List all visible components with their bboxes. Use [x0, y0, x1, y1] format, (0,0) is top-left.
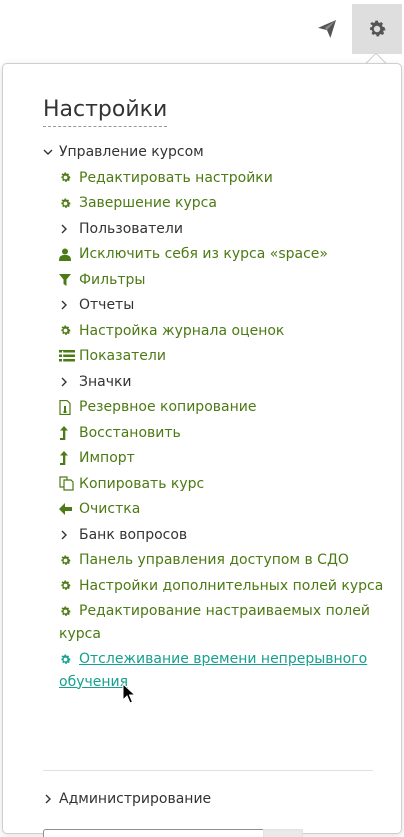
tree-item-label: Исключить себя из курса «space» — [79, 246, 328, 262]
gear-icon — [59, 575, 79, 597]
filter-icon — [59, 269, 79, 291]
tree-item[interactable]: Завершение курса — [43, 192, 373, 218]
chevron-down-icon — [43, 141, 59, 163]
tree-item[interactable]: Значки — [43, 371, 373, 397]
settings-title: Настройки — [43, 96, 168, 127]
tree-item-label: Показатели — [79, 348, 166, 364]
tree-item[interactable]: Импорт — [43, 447, 373, 473]
gear-icon — [59, 549, 79, 571]
gear-icon-graphic — [61, 555, 71, 565]
tree-branch-label: Управление курсом — [59, 144, 204, 160]
divider — [43, 770, 373, 771]
tree-item-label: Очистка — [79, 501, 141, 517]
tree-item-label: Редактирование настраиваемых полей курса — [59, 603, 370, 642]
messages-button[interactable] — [312, 14, 342, 44]
tree-item[interactable]: Резервное копирование — [43, 396, 373, 422]
settings-tree: Управление курсом Редактировать настройк… — [43, 141, 383, 696]
level-up-icon — [59, 422, 79, 444]
gear-icon — [59, 320, 79, 342]
tree-item[interactable]: Редактирование настраиваемых полей курса — [43, 600, 373, 645]
paper-plane-icon — [318, 20, 336, 38]
tree-item[interactable]: Банк вопросов — [43, 524, 373, 550]
arrow-left-icon — [59, 498, 79, 520]
gear-icon-graphic — [61, 606, 71, 616]
user-icon-graphic — [59, 248, 71, 261]
tree-item[interactable]: Копировать курс — [43, 473, 373, 499]
tree-item[interactable]: Фильтры — [43, 269, 373, 295]
tree-item[interactable]: Исключить себя из курса «space» — [43, 243, 373, 269]
chevron-right-icon — [59, 371, 79, 393]
gear-icon-graphic — [61, 580, 71, 590]
level-up-icon — [59, 447, 79, 469]
tree-item[interactable]: Настройка журнала оценок — [43, 320, 373, 346]
tree-item-label: Импорт — [79, 450, 135, 466]
tree-item-label: Настройка журнала оценок — [79, 322, 285, 339]
settings-search — [43, 829, 305, 837]
chevron-right-icon-graphic — [61, 377, 67, 386]
tree-item-label: Восстановить — [79, 424, 181, 441]
tree-item[interactable]: Настройки дополнительных полей курса — [43, 575, 383, 601]
chevron-right-icon — [43, 788, 59, 810]
tree-branch-course-admin[interactable]: Управление курсом — [43, 141, 373, 167]
settings-menu-button[interactable] — [352, 4, 402, 54]
list-icon-graphic — [59, 350, 75, 362]
tree-item[interactable]: Пользователи — [43, 218, 373, 244]
level-up-icon-graphic — [60, 451, 68, 465]
gear-icon — [59, 167, 79, 189]
gear-icon — [59, 648, 79, 670]
tree-branch-administration[interactable]: Администрирование — [43, 788, 211, 814]
chevron-right-icon — [59, 294, 79, 316]
tree-item-label: Банк вопросов — [79, 526, 188, 543]
search-button[interactable] — [263, 829, 303, 837]
copy-icon-graphic — [59, 476, 74, 491]
tree-item[interactable]: Редактировать настройки — [43, 167, 373, 193]
tree-branch-label: Администрирование — [59, 791, 212, 807]
tree-item[interactable]: Отслеживание времени непрерывного обучен… — [43, 648, 373, 693]
gear-icon-graphic — [61, 654, 71, 664]
tree-item[interactable]: Очистка — [43, 498, 373, 524]
arrow-left-icon-graphic — [59, 503, 72, 515]
tree-item-label: Настройки дополнительных полей курса — [79, 577, 384, 594]
tree-item-label: Фильтры — [79, 271, 146, 288]
tree-item-label: Панель управления доступом в СДО — [79, 552, 349, 568]
tree-item-label: Редактировать настройки — [79, 169, 273, 186]
chevron-right-icon-graphic — [61, 224, 67, 233]
tree-item-label: Пользователи — [79, 220, 183, 237]
search-input[interactable] — [43, 829, 263, 837]
gear-icon — [370, 20, 386, 37]
tree-item-label: Резервное копирование — [79, 399, 257, 415]
file-backup-icon-graphic — [59, 399, 71, 415]
tree-item-label: Отчеты — [79, 297, 135, 313]
gear-icon-graphic — [61, 325, 71, 335]
tree-item[interactable]: Восстановить — [43, 422, 373, 448]
settings-popover: Настройки Управление курсом Редактироват… — [2, 63, 402, 837]
chevron-right-icon-graphic — [61, 300, 67, 310]
list-icon — [59, 345, 79, 367]
chevron-right-icon — [59, 218, 79, 240]
user-icon — [59, 243, 79, 265]
chevron-right-icon — [59, 524, 79, 546]
gear-icon — [59, 600, 79, 622]
gear-icon — [59, 192, 79, 214]
tree-item[interactable]: Показатели — [43, 345, 373, 371]
chevron-right-icon-graphic — [61, 530, 67, 539]
gear-icon-graphic — [61, 198, 71, 208]
level-up-icon-graphic — [60, 425, 68, 440]
tree-item-label: Отслеживание времени непрерывного обучен… — [59, 651, 368, 690]
filter-icon-graphic — [59, 273, 71, 286]
tree-item[interactable]: Отчеты — [43, 294, 373, 320]
top-navbar — [0, 0, 404, 56]
tree-item-label: Значки — [79, 373, 132, 390]
tree-item-label: Завершение курса — [79, 195, 217, 211]
tree-item[interactable]: Панель управления доступом в СДО — [43, 549, 373, 575]
tree-item-label: Копировать курс — [79, 475, 205, 492]
gear-icon-graphic — [61, 172, 71, 182]
copy-icon — [59, 473, 79, 495]
file-backup-icon — [59, 396, 79, 418]
